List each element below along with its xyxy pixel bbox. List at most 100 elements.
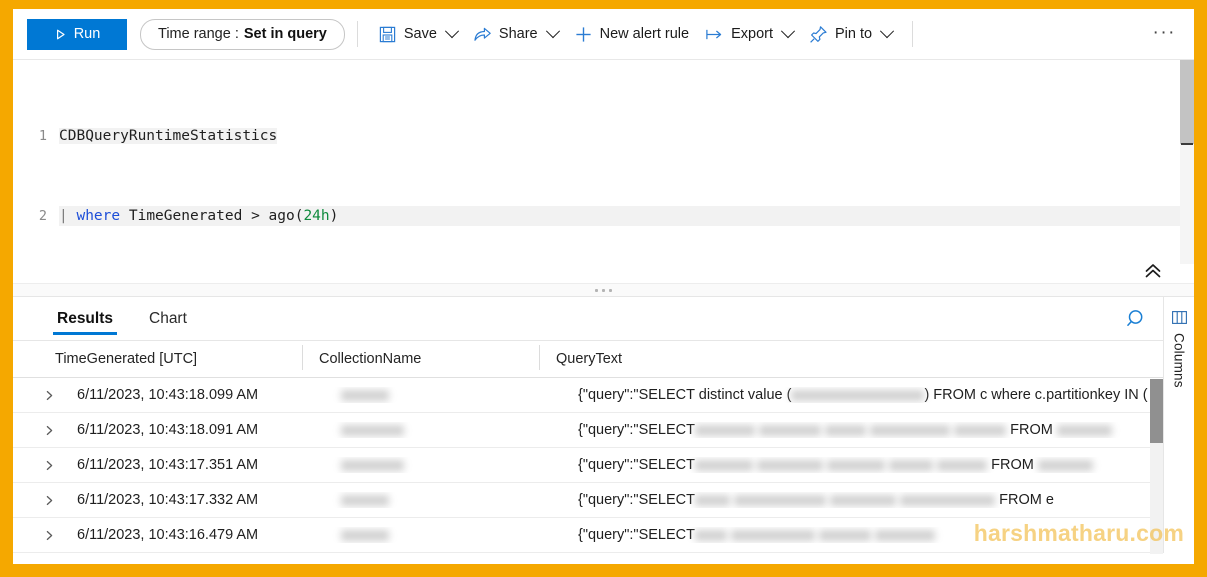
row-expand-chevron-icon[interactable] <box>38 530 60 541</box>
code-keyword: where <box>76 208 121 224</box>
cell-querytext: {"query":"SELECT FROM e <box>561 492 1194 508</box>
time-range-picker[interactable]: Time range : Set in query <box>140 18 345 50</box>
cell-timegenerated: 6/11/2023, 10:43:17.332 AM <box>77 492 259 508</box>
code-table-name: CDBQueryRuntimeStatistics <box>59 128 278 144</box>
table-row[interactable]: 6/11/2023, 10:43:16.479 AM {"query":"SELE… <box>13 518 1194 553</box>
kql-query-editor[interactable]: 1 CDBQueryRuntimeStatistics 2 | where Ti… <box>13 60 1194 296</box>
row-expand-chevron-icon[interactable] <box>38 460 60 471</box>
redacted-value <box>827 459 886 471</box>
line-number: 1 <box>38 128 47 144</box>
query-text-fragment: FROM <box>1006 422 1057 438</box>
results-scrollbar-thumb[interactable] <box>1150 379 1163 443</box>
chevron-down-icon <box>780 24 796 39</box>
editor-results-splitter[interactable] <box>13 283 1194 296</box>
columns-icon <box>1171 311 1187 324</box>
cell-querytext: {"query":"SELECT <box>561 527 1194 543</box>
redacted-value <box>341 459 404 471</box>
code-expr: TimeGenerated > ago( <box>120 208 304 224</box>
column-header-query[interactable]: QueryText <box>539 345 1194 370</box>
query-text-fragment: {"query":"SELECT distinct value ( <box>578 387 792 403</box>
redacted-value <box>870 424 951 436</box>
pin-to-label: Pin to <box>835 26 873 42</box>
results-table-body: 6/11/2023, 10:43:18.099 AM {"query":"SELE… <box>13 378 1194 553</box>
redacted-value <box>937 459 988 471</box>
query-text-fragment: {"query":"SELECT <box>578 527 695 543</box>
redacted-value <box>695 494 730 506</box>
export-button[interactable]: Export <box>697 18 801 50</box>
line-number: 2 <box>38 208 47 224</box>
share-icon <box>473 25 492 44</box>
save-button[interactable]: Save <box>370 18 465 50</box>
grip-dot <box>595 288 598 292</box>
export-label: Export <box>731 26 773 42</box>
search-icon <box>1127 310 1143 326</box>
table-row[interactable]: 6/11/2023, 10:43:18.091 AM {"query":"SELE… <box>13 413 1194 448</box>
tab-chart[interactable]: Chart <box>145 297 191 341</box>
column-header-collection[interactable]: CollectionName <box>302 345 539 370</box>
columns-panel-toggle[interactable]: Columns <box>1163 297 1194 553</box>
query-text-fragment: FROM <box>987 457 1038 473</box>
columns-panel-label: Columns <box>1171 333 1187 388</box>
grip-dot <box>609 288 612 292</box>
chevron-down-icon <box>880 24 895 39</box>
editor-vertical-scrollbar[interactable] <box>1180 60 1194 264</box>
redacted-value <box>341 389 389 401</box>
redacted-value <box>1037 459 1093 471</box>
cell-querytext: {"query":"SELECT FROM <box>561 422 1194 438</box>
time-range-label: Time range : <box>158 26 239 42</box>
table-row[interactable]: 6/11/2023, 10:43:18.099 AM {"query":"SELE… <box>13 378 1194 413</box>
toolbar-divider-2 <box>912 21 914 47</box>
export-icon <box>705 25 724 44</box>
redacted-value <box>875 529 936 541</box>
plus-icon <box>574 25 593 44</box>
tab-results-label: Results <box>57 309 113 327</box>
pin-to-button[interactable]: Pin to <box>801 18 900 50</box>
cell-timegenerated: 6/11/2023, 10:43:17.351 AM <box>77 457 259 473</box>
redacted-value <box>731 529 816 541</box>
search-results-button[interactable] <box>1126 308 1148 330</box>
cell-timegenerated: 6/11/2023, 10:43:16.479 AM <box>77 527 259 543</box>
redacted-value <box>695 529 727 541</box>
redacted-value <box>341 494 389 506</box>
query-text-fragment: FROM e <box>995 492 1054 508</box>
run-button[interactable]: Run <box>27 18 127 50</box>
row-expand-chevron-icon[interactable] <box>38 425 60 436</box>
editor-scrollbar-thumb[interactable] <box>1180 60 1194 144</box>
redacted-value <box>757 459 824 471</box>
editor-scrollbar-marker <box>1181 143 1193 145</box>
redacted-value <box>341 529 389 541</box>
code-line-1: 1 CDBQueryRuntimeStatistics <box>13 126 1194 146</box>
column-header-time[interactable]: TimeGenerated [UTC] <box>38 351 302 367</box>
table-row[interactable]: 6/11/2023, 10:43:17.351 AM {"query":"SELE… <box>13 448 1194 483</box>
query-text-fragment: {"query":"SELECT <box>578 492 695 508</box>
new-alert-rule-button[interactable]: New alert rule <box>566 18 697 50</box>
redacted-value <box>1056 424 1112 436</box>
cell-collectionname <box>324 492 561 508</box>
results-table-header: TimeGenerated [UTC] CollectionName Query… <box>13 341 1194 378</box>
grip-dot <box>602 288 605 292</box>
share-button[interactable]: Share <box>465 18 566 50</box>
row-expand-chevron-icon[interactable] <box>38 495 60 506</box>
more-options-button[interactable]: ··· <box>1153 23 1176 42</box>
redacted-value <box>695 424 755 436</box>
cell-collectionname <box>324 422 561 438</box>
pin-icon <box>809 25 828 44</box>
redacted-value <box>341 424 404 436</box>
redacted-value <box>825 424 867 436</box>
query-text-fragment: {"query":"SELECT <box>578 457 695 473</box>
redacted-value <box>734 494 827 506</box>
save-label: Save <box>403 26 437 42</box>
query-toolbar: Run Time range : Set in query Save Share… <box>13 9 1194 60</box>
cell-collectionname <box>324 527 561 543</box>
query-code[interactable]: 1 CDBQueryRuntimeStatistics 2 | where Ti… <box>13 66 1194 296</box>
tab-results[interactable]: Results <box>53 297 117 341</box>
redacted-value <box>759 424 822 436</box>
collapse-editor-button[interactable] <box>1142 260 1164 282</box>
redacted-value <box>900 494 996 506</box>
play-icon <box>54 28 67 41</box>
cell-collectionname <box>324 457 561 473</box>
row-expand-chevron-icon[interactable] <box>38 390 60 401</box>
cell-timegenerated: 6/11/2023, 10:43:18.099 AM <box>77 387 259 403</box>
chevron-down-icon <box>444 24 459 39</box>
table-row[interactable]: 6/11/2023, 10:43:17.332 AM {"query":"SELE… <box>13 483 1194 518</box>
